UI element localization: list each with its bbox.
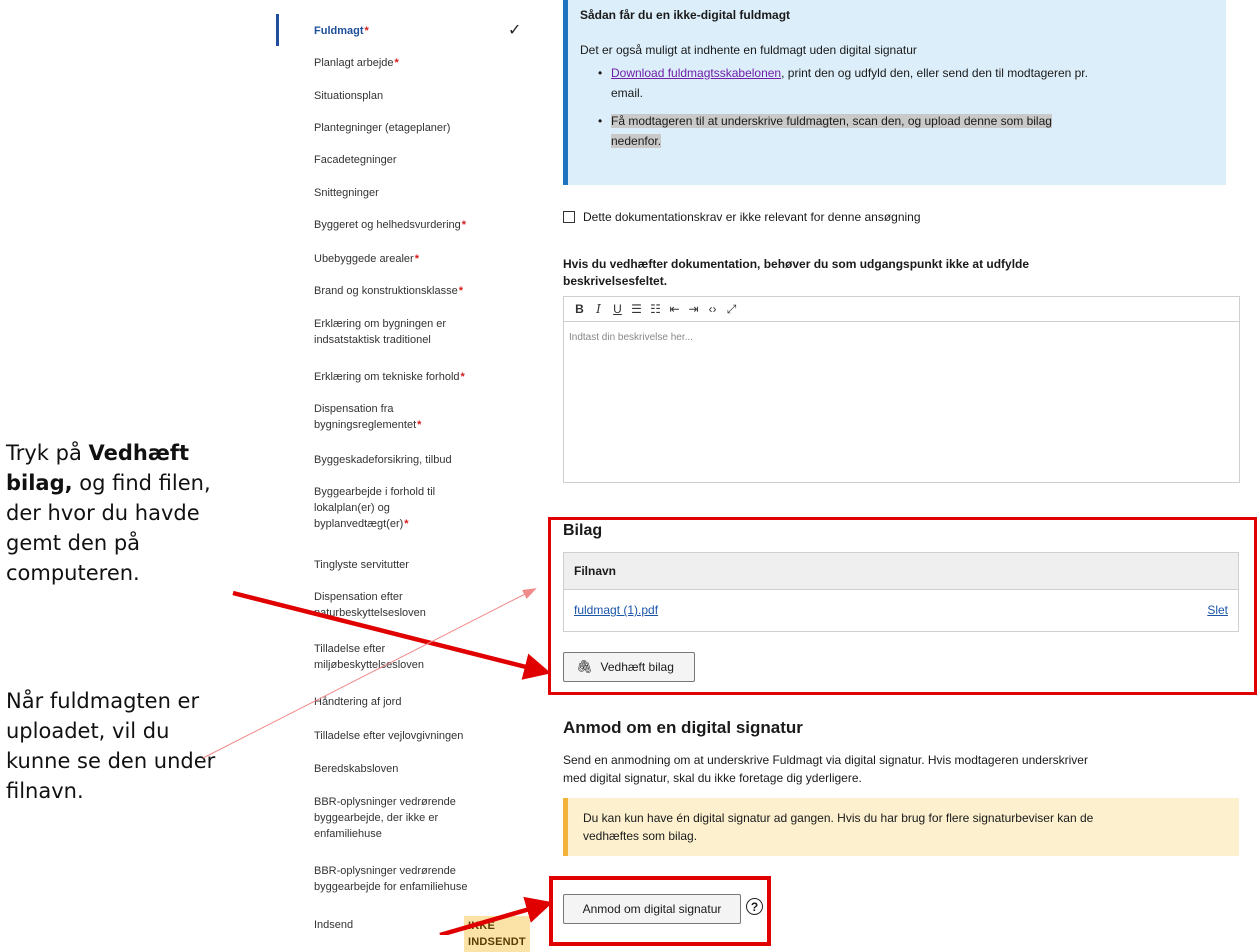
sidebar-item-miljoebeskyttelse[interactable]: Tilladelse efter miljøbeskyttelsesloven [314, 641, 444, 673]
info-bullet-download: Download fuldmagtsskabelonen, print den … [598, 63, 1098, 103]
delete-link[interactable]: Slet [1207, 603, 1228, 617]
signature-warning-text: Du kan kun have én digital signatur ad g… [583, 811, 1094, 843]
sidebar-item-planlagt-arbejde[interactable]: Planlagt arbejde* [314, 55, 514, 71]
description-input[interactable] [564, 322, 1239, 480]
paperclip-icon: 🖇 [576, 659, 593, 674]
sidebar-item-bbr-ikke-enfamilie[interactable]: BBR-oplysninger vedrørende byggearbejde,… [314, 794, 474, 842]
not-relevant-label: Dette dokumentationskrav er ikke relevan… [583, 210, 921, 224]
info-intro: Det er også muligt at indhente en fuldma… [580, 43, 917, 57]
attach-file-button[interactable]: 🖇 Vedhæft bilag [563, 652, 695, 682]
info-bullet-text: Få modtageren til at underskrive fuldmag… [611, 114, 1052, 148]
italic-button[interactable]: I [589, 302, 608, 316]
not-relevant-option[interactable]: Dette dokumentationskrav er ikke relevan… [563, 210, 921, 224]
sidebar-item-fuldmagt[interactable]: Fuldmagt* [314, 23, 514, 39]
help-icon[interactable]: ? [746, 898, 763, 915]
signature-title: Anmod om en digital signatur [563, 718, 803, 737]
info-list: Download fuldmagtsskabelonen, print den … [598, 63, 1098, 151]
sidebar-item-beredskabsloven[interactable]: Beredskabsloven [314, 761, 514, 777]
sidebar-item-bbr-enfamilie[interactable]: BBR-oplysninger vedrørende byggearbejde … [314, 863, 479, 895]
sidebar-item-label: Snittegninger [314, 187, 379, 199]
indent-icon[interactable]: ⇥ [684, 302, 703, 316]
screenshot-canvas: Tryk på Vedhæft bilag, og find filen, de… [0, 0, 1259, 952]
sidebar-item-label: Dispensation efter naturbeskyttelseslove… [314, 591, 426, 619]
required-marker: * [417, 419, 422, 431]
sidebar-item-label: Erklæring om bygningen er indsatstaktisk… [314, 318, 447, 346]
sidebar-item-servitutter[interactable]: Tinglyste servitutter [314, 557, 514, 573]
sidebar-item-label: Byggeskadeforsikring, tilbud [314, 454, 452, 466]
sidebar-item-dispensation-br[interactable]: Dispensation fra bygningsreglementet* [314, 401, 434, 433]
attachments-table: Filnavn fuldmagt (1).pdf Slet [563, 552, 1239, 632]
fullscreen-icon[interactable]: ⤢ [722, 302, 741, 317]
sidebar-item-situationsplan[interactable]: Situationsplan [314, 88, 514, 104]
attachments-title: Bilag [563, 522, 603, 539]
underline-button[interactable]: U [608, 302, 627, 316]
sidebar-item-byggeskadeforsikring[interactable]: Byggeskadeforsikring, tilbud [314, 452, 514, 468]
sidebar-item-label: Beredskabsloven [314, 763, 399, 775]
required-marker: * [364, 25, 369, 37]
rich-text-editor: B I U ☰ ☷ ⇤ ⇥ ‹› ⤢ [563, 296, 1240, 483]
required-marker: * [461, 219, 467, 231]
filename-column-header: Filnavn [564, 553, 1238, 590]
sidebar-item-facadetegninger[interactable]: Facadetegninger [314, 152, 514, 168]
active-indicator [276, 14, 279, 46]
required-marker: * [404, 518, 409, 530]
attach-instruction-pre: Tryk på [6, 441, 89, 465]
uploaded-instruction: Når fuldmagten er uploadet, vil du kunne… [6, 689, 216, 803]
sidebar-item-vejlovgivning[interactable]: Tilladelse efter vejlovgivningen [314, 728, 514, 744]
editor-toolbar: B I U ☰ ☷ ⇤ ⇥ ‹› ⤢ [564, 297, 1239, 322]
sidebar-item-indsend[interactable]: Indsend IKKE INDSENDT [314, 916, 530, 952]
bullet-list-icon[interactable]: ☰ [627, 302, 646, 316]
sidebar-item-plantegninger[interactable]: Plantegninger (etageplaner) [314, 120, 514, 136]
sidebar-item-label: BBR-oplysninger vedrørende byggearbejde … [314, 865, 468, 893]
outdent-icon[interactable]: ⇤ [665, 302, 684, 316]
required-marker: * [414, 253, 419, 265]
code-icon[interactable]: ‹› [703, 302, 722, 316]
info-title: Sådan får du en ikke-digital fuldmagt [580, 8, 791, 22]
status-badge: IKKE INDSENDT [464, 916, 530, 952]
info-bullet-sign: Få modtageren til at underskrive fuldmag… [598, 111, 1098, 151]
sidebar-item-label: Erklæring om tekniske forhold [314, 371, 460, 383]
attach-instruction: Tryk på Vedhæft bilag, og find filen, de… [6, 438, 221, 588]
sidebar-item-label: Byggeret og helhedsvurdering [314, 219, 461, 231]
sidebar-item-brand[interactable]: Brand og konstruktionsklasse* [314, 283, 514, 299]
signature-text: Send en anmodning om at underskrive Fuld… [563, 753, 1088, 785]
sidebar-item-label: Facadetegninger [314, 154, 397, 166]
numbered-list-icon[interactable]: ☷ [646, 302, 665, 316]
sidebar-item-label: Tilladelse efter vejlovgivningen [314, 730, 464, 742]
description-label: Hvis du vedhæfter dokumentation, behøver… [563, 257, 1030, 288]
sidebar-item-label: BBR-oplysninger vedrørende byggearbejde,… [314, 796, 456, 840]
sidebar-item-label: Indsend [314, 919, 354, 931]
required-marker: * [458, 285, 463, 297]
signature-warning: Du kan kun have én digital signatur ad g… [563, 798, 1239, 856]
info-box: Sådan får du en ikke-digital fuldmagt De… [563, 0, 1226, 185]
sidebar-item-label: Ubebyggede arealer [314, 253, 414, 265]
sidebar-item-byggeret[interactable]: Byggeret og helhedsvurdering* [314, 217, 514, 233]
sidebar-item-ubebyggede-arealer[interactable]: Ubebyggede arealer* [314, 251, 514, 267]
sidebar-item-label: Dispensation fra bygningsreglementet [314, 403, 417, 431]
sidebar-item-naturbeskyttelse[interactable]: Dispensation efter naturbeskyttelseslove… [314, 589, 444, 621]
sidebar-item-label: Byggearbejde i forhold til lokalplan(er)… [314, 486, 436, 530]
sidebar-item-label: Plantegninger (etageplaner) [314, 122, 451, 134]
sidebar-item-lokalplan[interactable]: Byggearbejde i forhold til lokalplan(er)… [314, 484, 439, 532]
sidebar-item-snittegninger[interactable]: Snittegninger [314, 185, 514, 201]
sidebar-item-label: Brand og konstruktionsklasse [314, 285, 458, 297]
required-marker: * [460, 371, 465, 383]
bold-button[interactable]: B [570, 302, 589, 316]
required-marker: * [394, 57, 399, 69]
sidebar-item-tekniske-forhold[interactable]: Erklæring om tekniske forhold* [314, 369, 514, 385]
sidebar-item-label: Situationsplan [314, 90, 384, 102]
table-row: fuldmagt (1).pdf Slet [564, 590, 1238, 630]
sidebar-item-label: Planlagt arbejde [314, 57, 394, 69]
sidebar-item-jord[interactable]: Håndtering af jord [314, 694, 514, 710]
sidebar-item-label: Tilladelse efter miljøbeskyttelsesloven [314, 643, 425, 671]
sidebar-item-label: Håndtering af jord [314, 696, 402, 708]
file-link[interactable]: fuldmagt (1).pdf [574, 603, 658, 617]
sidebar-item-label: Fuldmagt [314, 25, 364, 37]
not-relevant-checkbox[interactable] [563, 211, 575, 223]
download-template-link[interactable]: Download fuldmagtsskabelonen [611, 66, 781, 80]
attach-file-label: Vedhæft bilag [600, 660, 674, 674]
request-signature-button[interactable]: Anmod om digital signatur [563, 894, 741, 924]
sidebar-item-label: Tinglyste servitutter [314, 559, 409, 571]
sidebar-item-indsatstaktisk[interactable]: Erklæring om bygningen er indsatstaktisk… [314, 316, 474, 348]
